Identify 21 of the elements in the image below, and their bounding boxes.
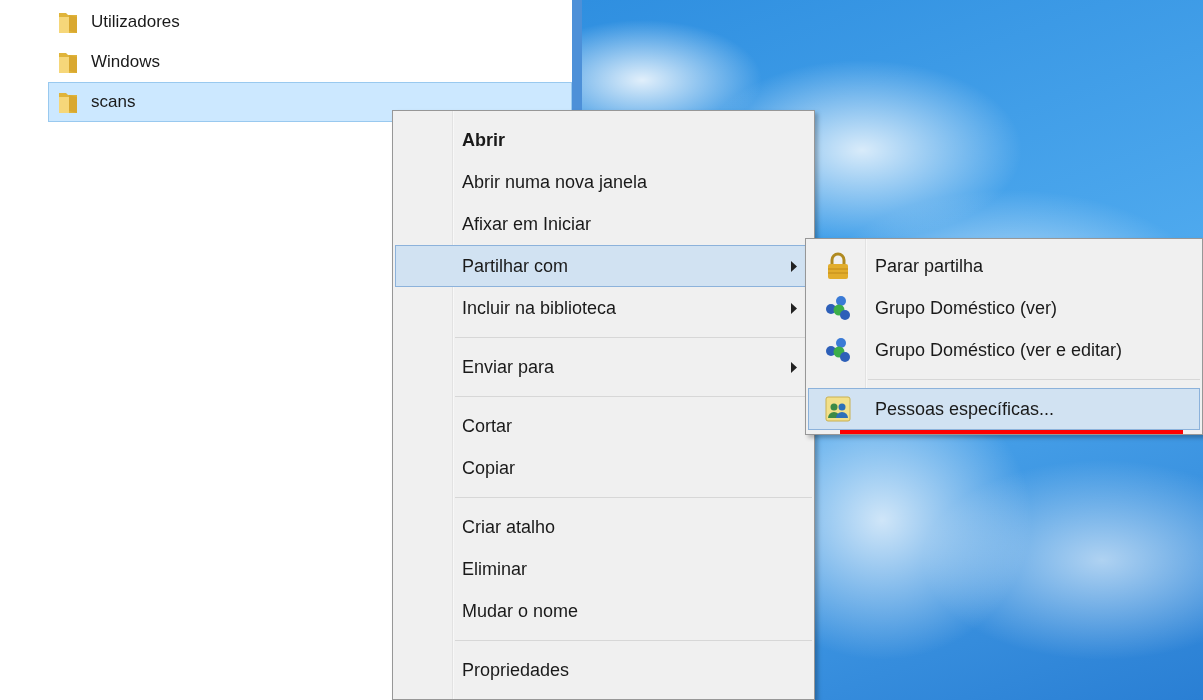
menu-item[interactable]: Abrir: [395, 119, 812, 161]
menu-item[interactable]: Criar atalho: [395, 506, 812, 548]
caret-icon: [791, 361, 797, 373]
folder-item[interactable]: Utilizadores: [48, 2, 572, 42]
menu-item[interactable]: Afixar em Iniciar: [395, 203, 812, 245]
menu-item[interactable]: Grupo Doméstico (ver): [808, 287, 1200, 329]
folder-item[interactable]: scans: [48, 82, 572, 122]
menu-item[interactable]: Propriedades: [395, 649, 812, 691]
caret-icon: [791, 260, 797, 272]
menu-item[interactable]: Eliminar: [395, 548, 812, 590]
menu-item[interactable]: Copiar: [395, 447, 812, 489]
menu-item[interactable]: Abrir numa nova janela: [395, 161, 812, 203]
menu-item[interactable]: Mudar o nome: [395, 590, 812, 632]
menu-item[interactable]: Pessoas específicas...: [808, 388, 1200, 430]
people-icon: [825, 396, 851, 422]
folder-item[interactable]: Windows: [48, 42, 572, 82]
connected-balls-icon: [824, 337, 852, 363]
caret-icon: [791, 302, 797, 314]
padlock-icon: [826, 252, 850, 280]
connected-balls-icon: [824, 295, 852, 321]
menu-item[interactable]: Grupo Doméstico (ver e editar): [808, 329, 1200, 371]
